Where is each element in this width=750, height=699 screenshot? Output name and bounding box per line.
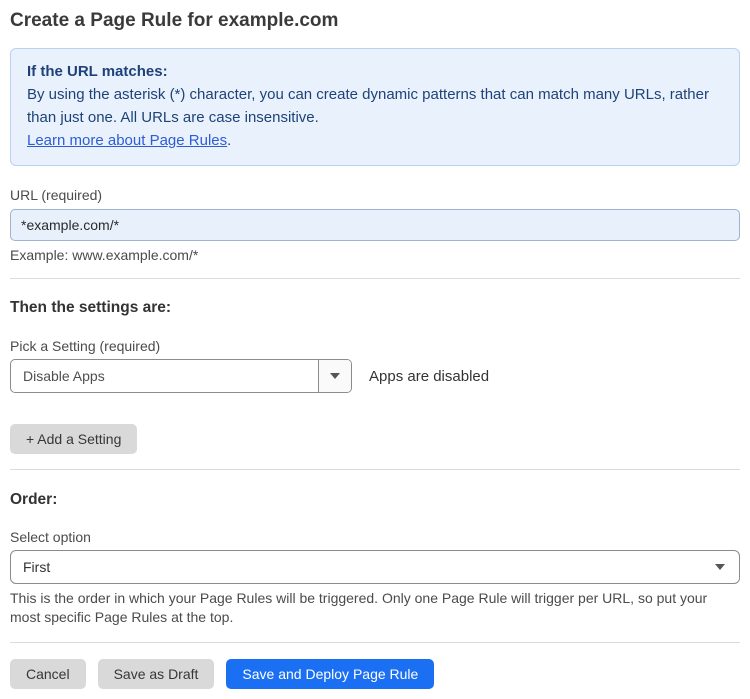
- url-field-hint: Example: www.example.com/*: [10, 247, 199, 263]
- order-section-heading: Order:: [10, 491, 58, 508]
- chevron-down-icon: [330, 373, 340, 379]
- order-select-label: Select option: [10, 529, 91, 545]
- section-divider: [10, 469, 740, 470]
- info-box-link-line: Learn more about Page Rules.: [27, 129, 723, 152]
- page-title: Create a Page Rule for example.com: [10, 10, 339, 31]
- info-box-heading: If the URL matches:: [27, 63, 168, 80]
- section-divider: [10, 642, 740, 643]
- order-select[interactable]: First: [10, 550, 740, 584]
- setting-dropdown-arrow-button[interactable]: [318, 360, 351, 392]
- cancel-button[interactable]: Cancel: [10, 659, 86, 689]
- info-box-body: By using the asterisk (*) character, you…: [27, 86, 709, 126]
- order-description: This is the order in which your Page Rul…: [10, 590, 708, 625]
- settings-section-heading: Then the settings are:: [10, 299, 172, 316]
- create-page-rule-form: Create a Page Rule for example.com If th…: [0, 10, 750, 689]
- setting-dropdown-value: Disable Apps: [23, 368, 105, 384]
- pick-setting-label: Pick a Setting (required): [10, 338, 161, 354]
- order-select-value: First: [23, 559, 51, 575]
- setting-dropdown[interactable]: Disable Apps: [10, 359, 352, 393]
- setting-status-text: Apps are disabled: [369, 367, 490, 385]
- url-input[interactable]: [10, 209, 740, 241]
- save-as-draft-button[interactable]: Save as Draft: [97, 659, 215, 689]
- setting-row: Disable Apps Apps are disabled: [10, 359, 740, 393]
- chevron-down-icon: [715, 564, 725, 570]
- footer-actions: Cancel Save as Draft Save and Deploy Pag…: [10, 659, 740, 689]
- url-match-info-box: If the URL matches: By using the asteris…: [10, 48, 740, 166]
- save-and-deploy-button[interactable]: Save and Deploy Page Rule: [226, 659, 435, 689]
- url-field-label: URL (required): [10, 187, 103, 203]
- section-divider: [10, 278, 740, 279]
- link-suffix-period: .: [227, 132, 232, 149]
- learn-more-page-rules-link[interactable]: Learn more about Page Rules: [27, 132, 227, 149]
- add-setting-button[interactable]: + Add a Setting: [10, 424, 138, 454]
